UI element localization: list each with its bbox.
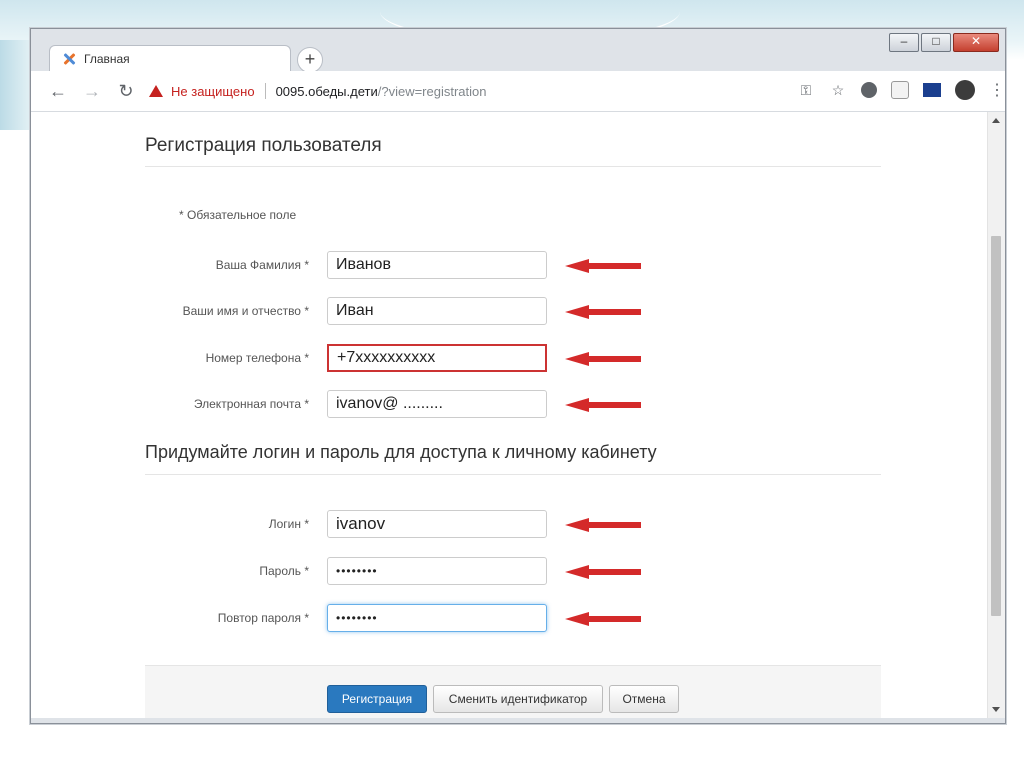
page-title: Регистрация пользователя xyxy=(145,135,382,156)
form-row-phone: Номер телефона * xyxy=(145,344,881,374)
form-row-password-repeat: Повтор пароля * xyxy=(145,604,881,634)
password-input[interactable] xyxy=(327,557,547,585)
form-row-name: Ваши имя и отчество * xyxy=(145,297,881,327)
email-label: Электронная почта * xyxy=(193,397,309,411)
new-tab-button[interactable]: + xyxy=(297,47,323,73)
tab-strip: Главная + – □ ✕ xyxy=(31,29,1005,73)
surname-label: Ваша Фамилия * xyxy=(215,258,309,272)
url-host: 0095.обеды.дети xyxy=(275,83,378,99)
close-button[interactable]: ✕ xyxy=(953,33,999,52)
toolbar-right-icons: ⚿ ☆ ⋮ xyxy=(797,80,1005,100)
reload-icon[interactable]: ↻ xyxy=(115,80,137,102)
cancel-button[interactable]: Отмена xyxy=(609,685,679,713)
red-arrow-icon xyxy=(565,352,641,366)
surname-input[interactable] xyxy=(327,251,547,279)
login-label: Логин * xyxy=(268,517,309,531)
red-arrow-icon xyxy=(565,565,641,579)
scroll-up-icon[interactable] xyxy=(992,118,1000,123)
password-label: Пароль * xyxy=(259,564,309,578)
security-warning: Не защищено xyxy=(171,83,255,99)
tab-title: Главная xyxy=(84,52,130,66)
page-scrollbar[interactable] xyxy=(987,112,1005,718)
extension-feather-icon[interactable] xyxy=(861,82,877,98)
address-separator xyxy=(264,83,266,99)
window-controls: – □ ✕ xyxy=(889,33,999,52)
scrollbar-thumb[interactable] xyxy=(991,236,1001,616)
forward-arrow-icon[interactable]: → xyxy=(81,80,103,102)
form-row-login: Логин * xyxy=(145,510,881,540)
slide-left-decoration xyxy=(0,40,34,130)
title-divider xyxy=(145,166,881,167)
password-repeat-input[interactable] xyxy=(327,604,547,632)
phone-input[interactable] xyxy=(327,344,547,372)
red-arrow-icon xyxy=(565,518,641,532)
warning-triangle-icon xyxy=(149,85,163,97)
phone-label: Номер телефона * xyxy=(205,351,309,365)
red-arrow-icon xyxy=(565,259,641,273)
login-section-title: Придумайте логин и пароль для доступа к … xyxy=(145,442,657,462)
browser-menu-icon[interactable]: ⋮ xyxy=(989,80,1005,100)
form-row-password: Пароль * xyxy=(145,557,881,587)
browser-tab-home[interactable]: Главная xyxy=(49,45,291,72)
key-icon[interactable]: ⚿ xyxy=(797,81,815,99)
form-actions: Регистрация Сменить идентификатор Отмена xyxy=(145,665,881,718)
minimize-button[interactable]: – xyxy=(889,33,919,52)
red-arrow-icon xyxy=(565,612,641,626)
bookmark-star-icon[interactable]: ☆ xyxy=(829,81,847,99)
login-section-divider xyxy=(145,474,881,475)
red-arrow-icon xyxy=(565,398,641,412)
scroll-down-icon[interactable] xyxy=(992,707,1000,712)
name-label: Ваши имя и отчество * xyxy=(182,304,309,318)
red-arrow-icon xyxy=(565,305,641,319)
joomla-favicon-icon xyxy=(62,52,76,66)
page-viewport: Регистрация пользователя * Обязательное … xyxy=(31,112,988,718)
register-button[interactable]: Регистрация xyxy=(327,685,427,713)
extension-search-icon[interactable] xyxy=(891,81,909,99)
profile-avatar[interactable] xyxy=(955,80,975,100)
change-id-button[interactable]: Сменить идентификатор xyxy=(433,685,603,713)
form-row-surname: Ваша Фамилия * xyxy=(145,251,881,281)
browser-window: Главная + – □ ✕ ← → ↻ Не защищено 0095.о… xyxy=(30,28,1006,724)
url-path: /?view=registration xyxy=(377,83,487,99)
login-input[interactable] xyxy=(327,510,547,538)
extension-flag-icon[interactable] xyxy=(923,83,941,97)
maximize-button[interactable]: □ xyxy=(921,33,951,52)
form-row-email: Электронная почта * xyxy=(145,390,881,420)
email-input[interactable] xyxy=(327,390,547,418)
registration-form: Регистрация пользователя * Обязательное … xyxy=(145,112,881,718)
browser-toolbar: ← → ↻ Не защищено 0095.обеды.дети /?view… xyxy=(31,71,1005,112)
required-field-note: * Обязательное поле xyxy=(179,208,297,222)
password-repeat-label: Повтор пароля * xyxy=(217,611,309,625)
back-arrow-icon[interactable]: ← xyxy=(47,80,69,102)
name-input[interactable] xyxy=(327,297,547,325)
